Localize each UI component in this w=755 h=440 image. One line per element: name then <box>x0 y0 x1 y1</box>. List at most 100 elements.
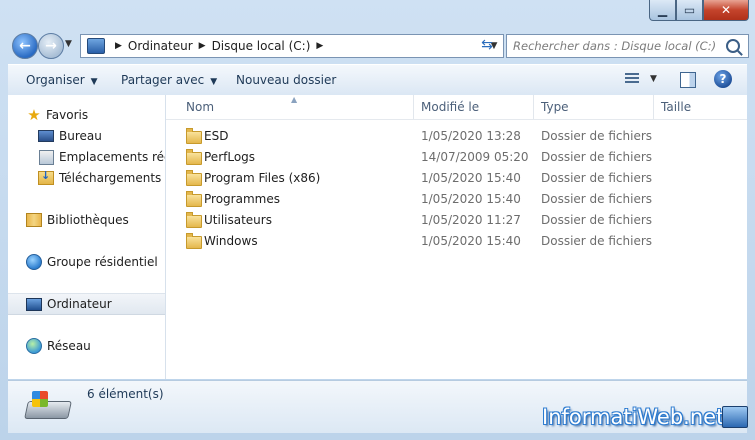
explorer-window: ▁ ▭ ✕ ← → ▼ ▶ Ordinateur ▶ Disque local … <box>0 0 755 440</box>
chevron-right-icon[interactable]: ▶ <box>115 41 122 51</box>
folder-icon <box>186 191 202 207</box>
organiser-label: Organiser <box>26 73 85 87</box>
watermark-computer-icon <box>722 406 748 428</box>
file-type: Dossier de fichiers <box>541 192 653 206</box>
desktop-icon <box>38 129 54 143</box>
file-date: 1/05/2020 11:27 <box>421 213 521 227</box>
file-type: Dossier de fichiers <box>541 171 653 185</box>
file-date: 14/07/2009 05:20 <box>421 150 529 164</box>
file-name: Programmes <box>204 192 280 206</box>
file-name: Program Files (x86) <box>204 171 321 185</box>
table-row[interactable]: PerfLogs 14/07/2009 05:20 Dossier de fic… <box>166 147 747 168</box>
preview-pane-icon[interactable] <box>680 72 696 88</box>
search-box[interactable]: Rechercher dans : Disque local (C:) <box>506 34 749 58</box>
minimize-button[interactable]: ▁ <box>649 0 676 21</box>
file-date: 1/05/2020 15:40 <box>421 192 521 206</box>
folder-icon <box>186 212 202 228</box>
chevron-down-icon: ▼ <box>90 77 98 87</box>
help-icon[interactable]: ? <box>714 70 732 88</box>
nav-label: Bureau <box>59 129 102 143</box>
address-bar[interactable]: ▶ Ordinateur ▶ Disque local (C:) ▶ ▼ <box>80 34 504 58</box>
recent-pages-dropdown[interactable]: ▼ <box>65 39 77 49</box>
nouveau-dossier-button[interactable]: Nouveau dossier <box>236 73 336 87</box>
breadcrumb-disque-local[interactable]: Disque local (C:) <box>212 39 311 53</box>
file-date: 1/05/2020 15:40 <box>421 234 521 248</box>
column-taille[interactable]: Taille <box>655 95 735 119</box>
file-date: 1/05/2020 15:40 <box>421 171 521 185</box>
nav-label: Réseau <box>47 339 91 353</box>
command-bar: Organiser ▼ Partager avec ▼ Nouveau dossie… <box>8 64 747 96</box>
maximize-button[interactable]: ▭ <box>676 0 703 21</box>
file-type: Dossier de fichiers <box>541 129 653 143</box>
hard-drive-icon <box>24 391 72 421</box>
partager-label: Partager avec <box>121 73 205 87</box>
recent-places-icon <box>38 149 54 165</box>
chevron-right-icon[interactable]: ▶ <box>316 41 323 51</box>
nav-bureau[interactable]: Bureau <box>8 126 165 146</box>
arrow-left-icon: ← <box>19 38 31 54</box>
close-button[interactable]: ✕ <box>703 0 749 21</box>
nav-groupe-residentiel[interactable]: Groupe résidentiel <box>8 252 165 272</box>
nav-ordinateur[interactable]: Ordinateur <box>8 293 165 315</box>
computer-icon <box>26 297 42 311</box>
nav-label: Bibliothèques <box>47 213 129 227</box>
nav-label: Téléchargements <box>59 171 162 185</box>
nav-favoris[interactable]: ★ Favoris <box>8 105 165 125</box>
file-name: PerfLogs <box>204 150 256 164</box>
nav-label: Ordinateur <box>47 297 112 311</box>
view-options-icon[interactable] <box>625 73 639 85</box>
nav-bibliotheques[interactable]: Bibliothèques <box>8 210 165 230</box>
table-row[interactable]: Programmes 1/05/2020 15:40 Dossier de fi… <box>166 189 747 210</box>
column-modifie[interactable]: Modifié le <box>415 95 534 119</box>
folder-icon <box>186 170 202 186</box>
table-row[interactable]: Windows 1/05/2020 15:40 Dossier de fichi… <box>166 231 747 252</box>
file-type: Dossier de fichiers <box>541 150 653 164</box>
file-name: ESD <box>204 129 229 143</box>
file-name: Utilisateurs <box>204 213 272 227</box>
table-row[interactable]: Program Files (x86) 1/05/2020 15:40 Doss… <box>166 168 747 189</box>
breadcrumb-ordinateur[interactable]: Ordinateur <box>128 39 193 53</box>
nav-telechargements[interactable]: Téléchargements <box>8 168 165 188</box>
downloads-icon <box>38 169 54 185</box>
homegroup-icon <box>26 254 42 270</box>
file-name: Windows <box>204 234 258 248</box>
libraries-icon <box>26 213 42 227</box>
forward-button[interactable]: → <box>38 33 64 59</box>
column-type[interactable]: Type <box>535 95 654 119</box>
file-date: 1/05/2020 13:28 <box>421 129 521 143</box>
arrow-right-icon: → <box>45 38 57 54</box>
nav-label: Emplacements récents <box>59 150 165 164</box>
folder-icon <box>186 128 202 144</box>
star-icon: ★ <box>27 106 41 124</box>
organiser-button[interactable]: Organiser ▼ <box>26 73 98 87</box>
chevron-right-icon[interactable]: ▶ <box>199 41 206 51</box>
partager-button[interactable]: Partager avec ▼ <box>121 73 217 87</box>
file-list: ▲ Nom Modifié le Type Taille ESD 1/05/20… <box>166 95 747 379</box>
network-icon <box>26 338 42 354</box>
caption-buttons: ▁ ▭ ✕ <box>649 0 749 21</box>
chevron-down-icon: ▼ <box>210 77 218 87</box>
column-nom[interactable]: Nom <box>180 95 414 119</box>
watermark: InformatiWeb.net <box>542 405 725 429</box>
search-input[interactable]: Rechercher dans : Disque local (C:) <box>507 39 726 53</box>
column-headers: ▲ Nom Modifié le Type Taille <box>166 95 747 120</box>
details-pane: 6 élément(s) InformatiWeb.net <box>8 380 747 433</box>
table-row[interactable]: ESD 1/05/2020 13:28 Dossier de fichiers <box>166 126 747 147</box>
navigation-pane: ★ Favoris Bureau Emplacements récents Té… <box>8 95 166 379</box>
nav-reseau[interactable]: Réseau <box>8 336 165 356</box>
search-icon[interactable] <box>726 39 740 53</box>
file-type: Dossier de fichiers <box>541 234 653 248</box>
nav-label: Groupe résidentiel <box>47 255 158 269</box>
refresh-icon: ⇆ <box>481 37 493 53</box>
folder-icon <box>186 149 202 165</box>
back-button[interactable]: ← <box>12 33 38 59</box>
nav-label: Favoris <box>46 108 89 122</box>
items-count: 6 élément(s) <box>87 387 164 401</box>
refresh-button[interactable]: ⇆ <box>476 34 498 56</box>
folder-icon <box>186 233 202 249</box>
nav-emplacements[interactable]: Emplacements récents <box>8 147 165 167</box>
table-row[interactable]: Utilisateurs 1/05/2020 11:27 Dossier de … <box>166 210 747 231</box>
file-type: Dossier de fichiers <box>541 213 653 227</box>
chevron-down-icon[interactable]: ▼ <box>650 74 657 84</box>
computer-icon <box>87 38 105 54</box>
